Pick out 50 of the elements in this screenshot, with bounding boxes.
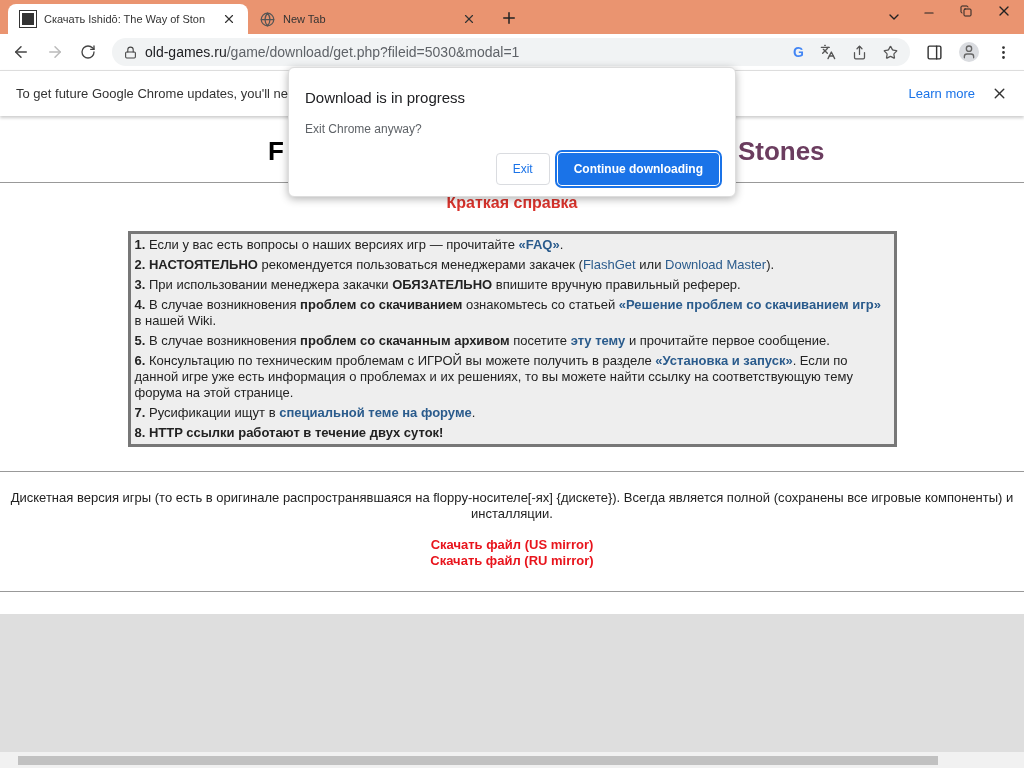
address-bar[interactable]: old-games.ru/game/download/get.php?fileid=5030&modal=1 G — [112, 38, 910, 66]
description-text: Дискетная версия игры (то есть в оригинале распространявшаяся на floppy-носителе[-ях] {дискете}). Всегда является полной (сохранены все игровые компоненты) и инсталляции. — [9, 490, 1015, 522]
scrollbar-thumb[interactable] — [18, 755, 938, 765]
link[interactable]: специальной теме на форуме — [279, 405, 472, 420]
rule-text: 8. HTTP ссылки работают в течение двух суток! — [134, 425, 445, 441]
tab-title: New Tab — [283, 11, 327, 27]
close-icon[interactable] — [222, 12, 236, 26]
globe-icon — [260, 11, 275, 27]
profile-icon[interactable] — [959, 42, 979, 62]
page-heading: F — [268, 134, 284, 168]
google-icon[interactable]: G — [793, 45, 804, 59]
link[interactable]: «Решение проблем со скачиванием игр» — [618, 297, 881, 312]
url-text: old-games.ru/game/download/get.php?fileid=5030&modal=1 — [145, 42, 520, 62]
learn-more-link[interactable]: Learn more — [908, 83, 975, 104]
share-icon[interactable] — [852, 44, 867, 60]
dialog-title: Download is in progress — [305, 88, 467, 108]
download-link[interactable]: Скачать файл (US mirror) — [430, 537, 594, 553]
exit-button[interactable]: Exit — [495, 152, 550, 185]
lock-icon — [124, 45, 137, 59]
bookmark-star-icon[interactable] — [883, 44, 898, 60]
link[interactable]: эту тему — [570, 333, 626, 348]
translate-icon[interactable] — [820, 44, 836, 60]
browser-tab[interactable]: New Tab — [248, 4, 488, 34]
reload-icon[interactable] — [80, 44, 96, 60]
rule-text: 3. При использовании менеджера закачки ОБЯЗАТЕЛЬНО впишите вручную правильный реферер. — [134, 277, 742, 293]
page-heading: Stones — [737, 134, 825, 168]
browser-tab[interactable]: Скачать Ishidō: The Way of Ston — [8, 4, 248, 34]
rule-text: 1. Если у вас есть вопросы о наших версиях игр — прочитайте «FAQ». — [134, 237, 565, 253]
link[interactable]: Download Master — [665, 257, 767, 272]
link[interactable]: «FAQ» — [518, 237, 560, 252]
download-link[interactable]: Скачать файл (RU mirror) — [430, 553, 594, 569]
link[interactable]: FlashGet — [582, 257, 636, 272]
rule-text: 4. В случае возникновения проблем со скачиванием ознакомьтесь со статьей «Решение проблем со скачиванием игр» в нашей Wiki. — [134, 297, 882, 329]
back-icon[interactable] — [12, 43, 30, 61]
tab-title: Скачать Ishidō: The Way of Ston — [44, 11, 207, 27]
dialog-message: Exit Chrome anyway? — [305, 120, 423, 138]
info-text: To get future Google Chrome updates, you'll ne — [16, 84, 289, 103]
link[interactable]: «Установка и запуск» — [655, 353, 793, 368]
favicon-icon — [20, 11, 36, 27]
new-tab-icon[interactable] — [500, 9, 518, 27]
rule-text: 2. НАСТОЯТЕЛЬНО рекомендуется пользоваться менеджерами закачек (FlashGet или Download Master). — [134, 257, 776, 273]
close-icon[interactable] — [462, 12, 476, 26]
help-title: Краткая справка — [445, 193, 579, 213]
side-panel-icon[interactable] — [926, 43, 943, 61]
restore-icon[interactable] — [960, 5, 972, 17]
rule-text: 7. Русификации ищут в специальной теме на форуме. — [134, 405, 477, 421]
rule-text: 5. В случае возникновения проблем со скачанным архивом посетите эту тему и прочитайте первое сообщение. — [134, 333, 831, 349]
continue-button[interactable]: Continue downloading — [557, 152, 719, 185]
horizontal-scrollbar[interactable] — [0, 752, 1024, 768]
rule-text: 6. Консультацию по техническим проблемам с ИГРОЙ вы можете получить в разделе «Установка и запуск». Если по данной игре уже есть информация о проблемах и их решениях, то вы можете найти ссылку на соответствующую тему форума на этой странице. — [134, 353, 854, 401]
